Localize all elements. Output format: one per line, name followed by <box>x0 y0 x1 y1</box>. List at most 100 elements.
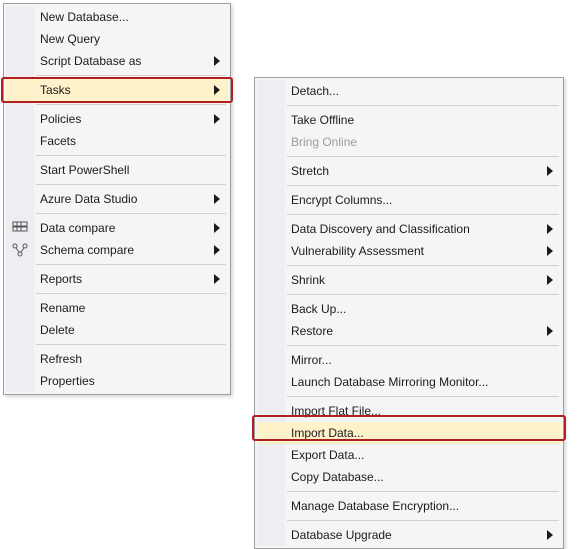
menu-item-label: Import Flat File... <box>291 404 381 418</box>
menu-item-label: Data Discovery and Classification <box>291 222 470 236</box>
menu-item-vulnerability-assessment[interactable]: Vulnerability Assessment <box>257 240 561 262</box>
menu-item-label: New Query <box>40 32 100 46</box>
menu-item-label: Detach... <box>291 84 339 98</box>
menu-item-script-database-as[interactable]: Script Database as <box>6 50 228 72</box>
menu-item-label: Manage Database Encryption... <box>291 499 459 513</box>
menu-separator <box>36 75 226 76</box>
menu-item-policies[interactable]: Policies <box>6 108 228 130</box>
menu-item-label: Schema compare <box>40 243 134 257</box>
menu-separator <box>36 213 226 214</box>
submenu-arrow-icon <box>547 524 553 546</box>
data-compare-icon <box>6 217 34 239</box>
menu-item-label: Stretch <box>291 164 329 178</box>
context-menu-tasks: Detach... Take Offline Bring Online Stretch… <box>254 77 564 549</box>
menu-separator <box>287 294 559 295</box>
menu-item-label: Properties <box>40 374 95 388</box>
menu-item-label: Import Data... <box>291 426 364 440</box>
submenu-arrow-icon <box>547 160 553 182</box>
menu-item-label: Bring Online <box>291 135 357 149</box>
menu-separator <box>287 520 559 521</box>
menu-separator <box>36 184 226 185</box>
submenu-arrow-icon <box>214 50 220 72</box>
menu-item-facets[interactable]: Facets <box>6 130 228 152</box>
menu-item-data-discovery-and-classification[interactable]: Data Discovery and Classification <box>257 218 561 240</box>
menu-item-import-flat-file[interactable]: Import Flat File... <box>257 400 561 422</box>
menu-item-label: Copy Database... <box>291 470 384 484</box>
menu-item-data-compare[interactable]: Data compare <box>6 217 228 239</box>
menu-item-shrink[interactable]: Shrink <box>257 269 561 291</box>
menu-item-copy-database[interactable]: Copy Database... <box>257 466 561 488</box>
menu-item-label: Encrypt Columns... <box>291 193 392 207</box>
menu-item-schema-compare[interactable]: Schema compare <box>6 239 228 261</box>
menu-item-label: Take Offline <box>291 113 354 127</box>
menu-item-export-data[interactable]: Export Data... <box>257 444 561 466</box>
menu-separator <box>287 156 559 157</box>
menu-item-label: Reports <box>40 272 82 286</box>
menu-item-database-upgrade[interactable]: Database Upgrade <box>257 524 561 546</box>
menu-item-new-database[interactable]: New Database... <box>6 6 228 28</box>
menu-item-launch-database-mirroring-monitor[interactable]: Launch Database Mirroring Monitor... <box>257 371 561 393</box>
menu-item-take-offline[interactable]: Take Offline <box>257 109 561 131</box>
menu-item-reports[interactable]: Reports <box>6 268 228 290</box>
submenu-arrow-icon <box>547 269 553 291</box>
menu-item-manage-database-encryption[interactable]: Manage Database Encryption... <box>257 495 561 517</box>
submenu-arrow-icon <box>214 79 220 101</box>
menu-item-bring-online: Bring Online <box>257 131 561 153</box>
menu-item-detach[interactable]: Detach... <box>257 80 561 102</box>
menu-item-restore[interactable]: Restore <box>257 320 561 342</box>
menu-item-import-data[interactable]: Import Data... <box>257 422 561 444</box>
submenu-arrow-icon <box>214 268 220 290</box>
menu-item-rename[interactable]: Rename <box>6 297 228 319</box>
menu-item-refresh[interactable]: Refresh <box>6 348 228 370</box>
menu-item-label: Vulnerability Assessment <box>291 244 424 258</box>
menu-item-label: Back Up... <box>291 302 346 316</box>
menu-separator <box>287 345 559 346</box>
menu-item-label: Database Upgrade <box>291 528 392 542</box>
menu-item-label: Azure Data Studio <box>40 192 137 206</box>
menu-separator <box>287 185 559 186</box>
menu-separator <box>287 105 559 106</box>
menu-item-azure-data-studio[interactable]: Azure Data Studio <box>6 188 228 210</box>
menu-separator <box>287 214 559 215</box>
menu-separator <box>36 344 226 345</box>
menu-item-label: Policies <box>40 112 81 126</box>
submenu-arrow-icon <box>547 218 553 240</box>
menu-item-label: Tasks <box>40 83 71 97</box>
submenu-arrow-icon <box>547 320 553 342</box>
menu-item-label: Delete <box>40 323 75 337</box>
submenu-arrow-icon <box>214 239 220 261</box>
menu-item-label: Refresh <box>40 352 82 366</box>
schema-compare-icon <box>6 239 34 261</box>
menu-item-label: Restore <box>291 324 333 338</box>
menu-item-label: Facets <box>40 134 76 148</box>
menu-item-mirror[interactable]: Mirror... <box>257 349 561 371</box>
menu-item-label: Shrink <box>291 273 325 287</box>
menu-item-properties[interactable]: Properties <box>6 370 228 392</box>
menu-item-label: Data compare <box>40 221 115 235</box>
menu-separator <box>36 264 226 265</box>
menu-separator <box>36 155 226 156</box>
menu-separator <box>36 104 226 105</box>
submenu-arrow-icon <box>214 217 220 239</box>
menu-item-encrypt-columns[interactable]: Encrypt Columns... <box>257 189 561 211</box>
menu-item-tasks[interactable]: Tasks <box>6 79 228 101</box>
menu-separator <box>36 293 226 294</box>
submenu-arrow-icon <box>547 240 553 262</box>
submenu-arrow-icon <box>214 108 220 130</box>
submenu-arrow-icon <box>214 188 220 210</box>
menu-separator <box>287 396 559 397</box>
menu-item-delete[interactable]: Delete <box>6 319 228 341</box>
menu-item-back-up[interactable]: Back Up... <box>257 298 561 320</box>
menu-item-stretch[interactable]: Stretch <box>257 160 561 182</box>
menu-item-label: Rename <box>40 301 85 315</box>
menu-item-label: New Database... <box>40 10 129 24</box>
menu-item-start-powershell[interactable]: Start PowerShell <box>6 159 228 181</box>
menu-item-label: Mirror... <box>291 353 332 367</box>
menu-item-new-query[interactable]: New Query <box>6 28 228 50</box>
menu-item-label: Script Database as <box>40 54 141 68</box>
menu-separator <box>287 491 559 492</box>
menu-item-label: Export Data... <box>291 448 364 462</box>
menu-item-label: Launch Database Mirroring Monitor... <box>291 375 488 389</box>
menu-separator <box>287 265 559 266</box>
menu-item-label: Start PowerShell <box>40 163 129 177</box>
